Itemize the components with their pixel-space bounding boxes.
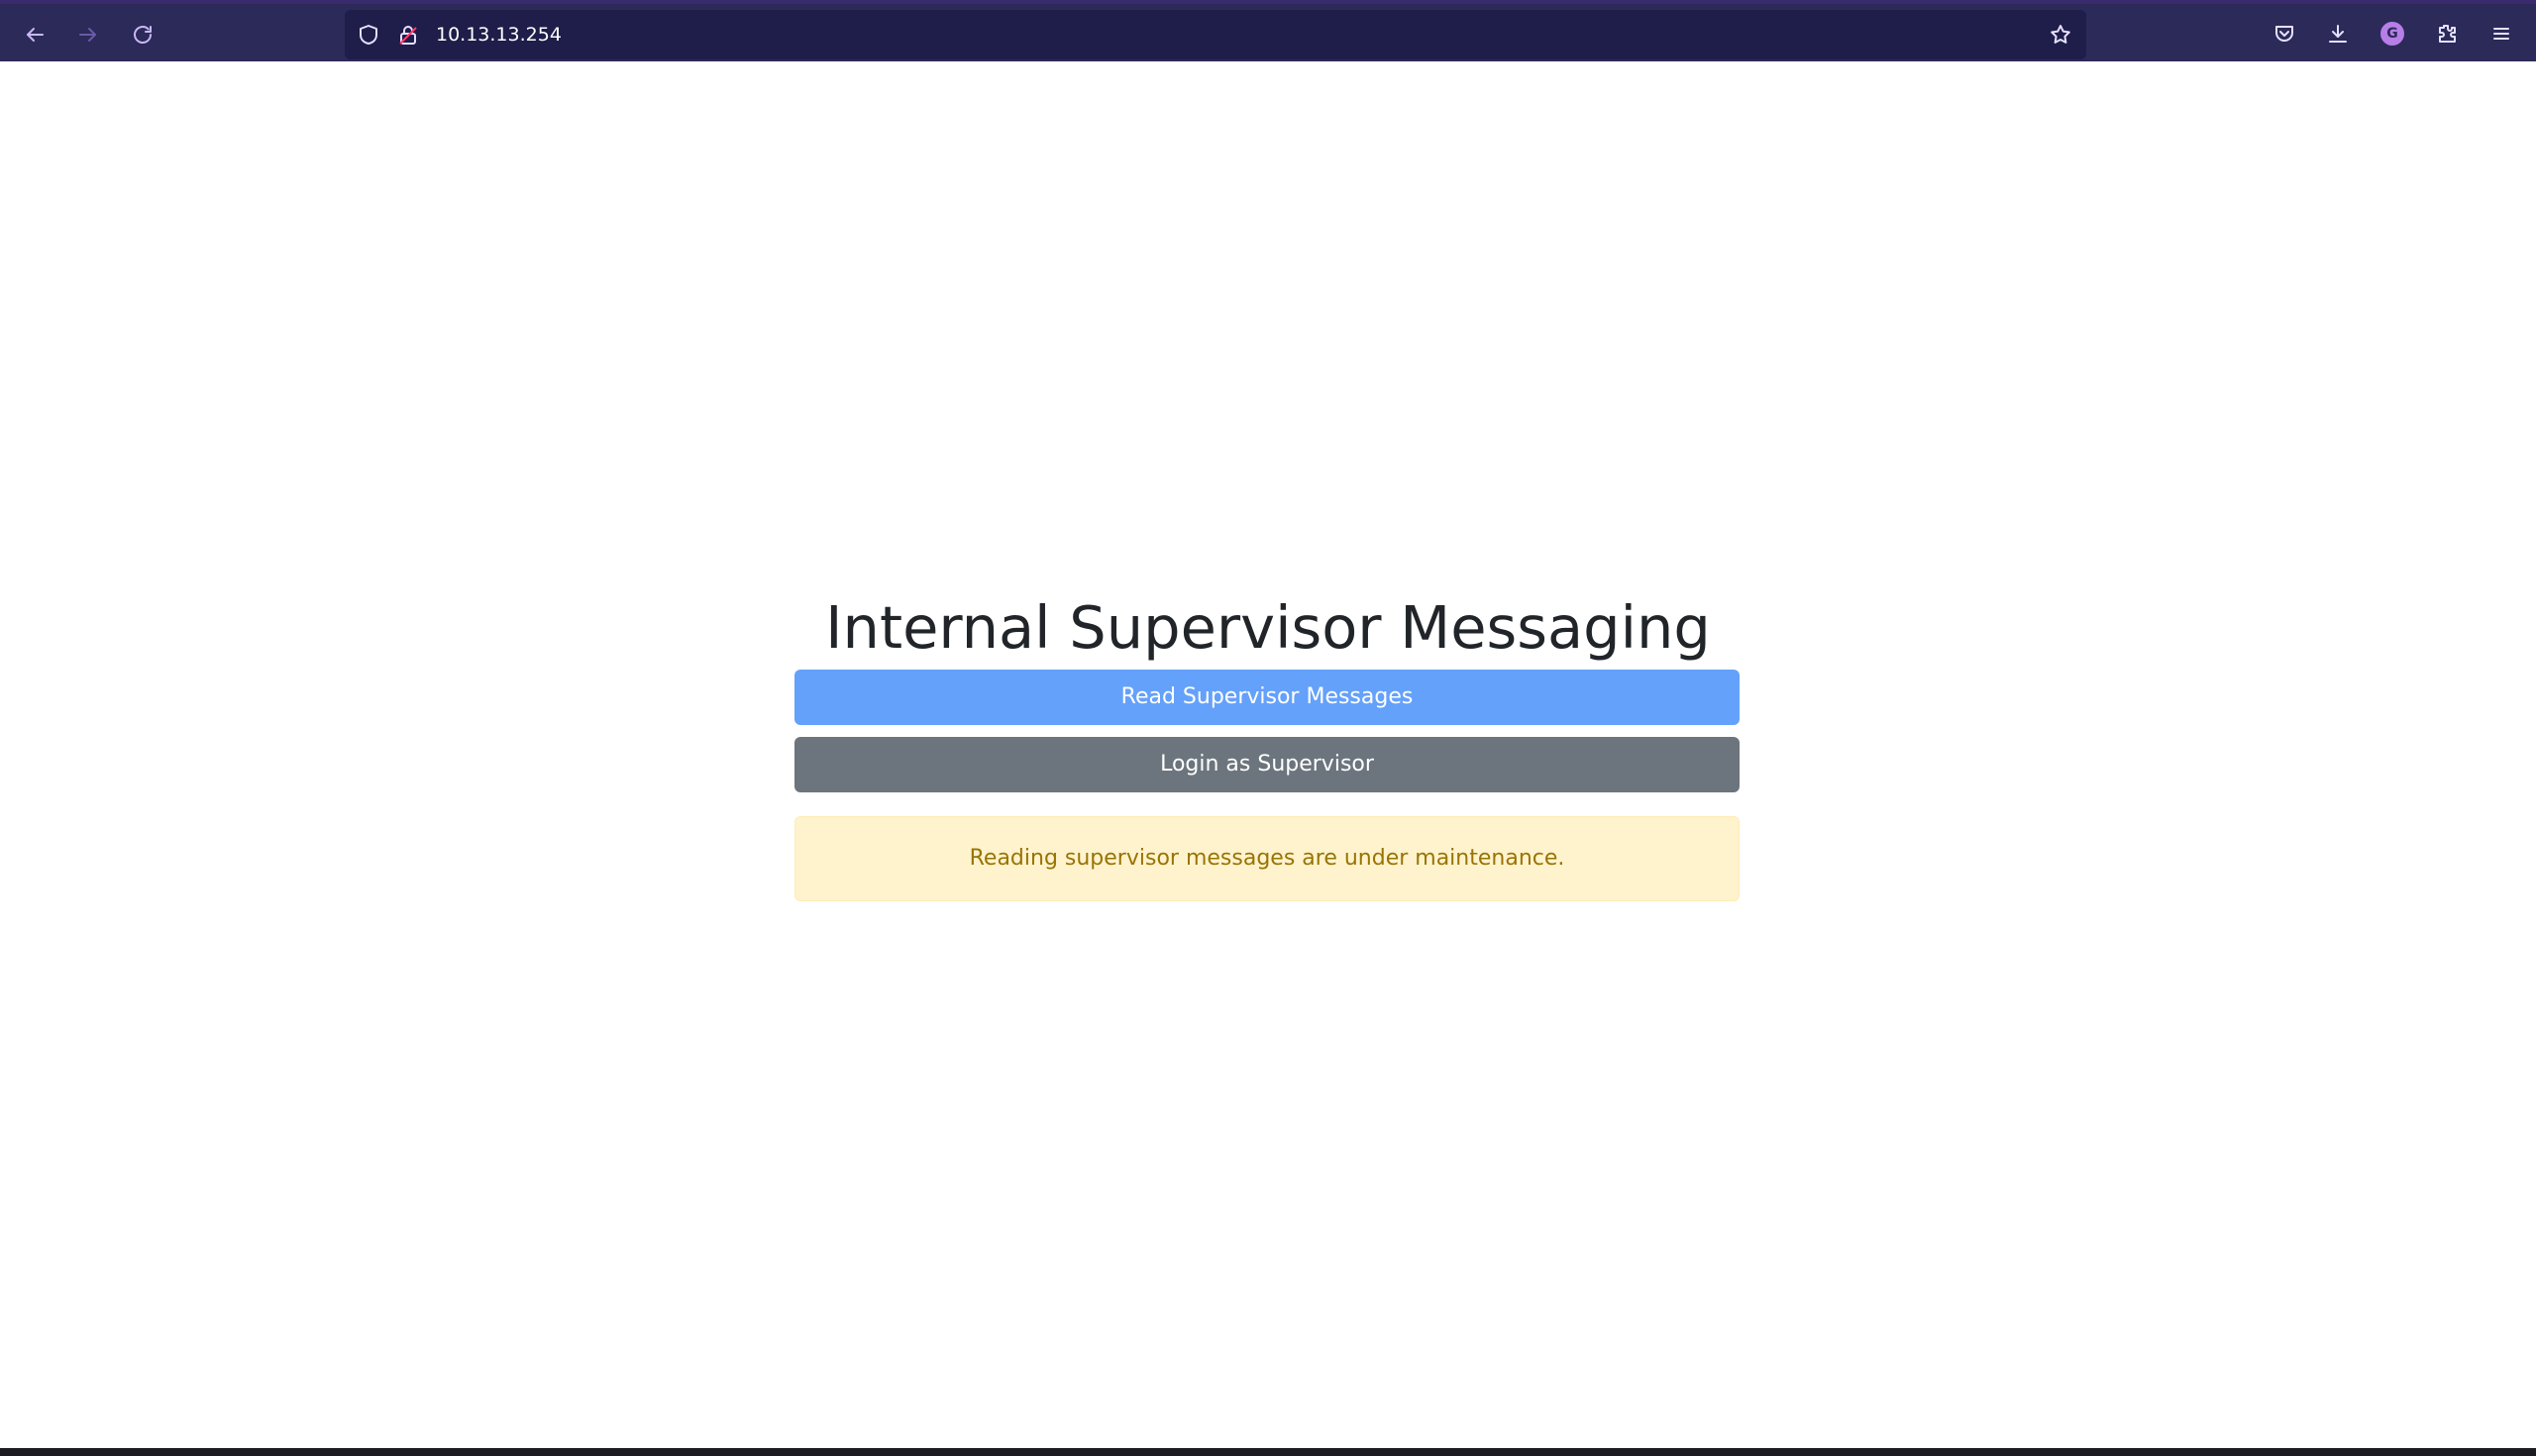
- back-arrow-icon: [27, 28, 44, 42]
- downloads-button[interactable]: [2323, 19, 2353, 49]
- pocket-icon: [2275, 26, 2293, 42]
- url-bar[interactable]: 10.13.13.254: [345, 10, 2086, 59]
- menu-icon: [2493, 28, 2509, 40]
- extensions-button[interactable]: [2432, 19, 2462, 49]
- back-button[interactable]: [18, 18, 52, 52]
- login-supervisor-button[interactable]: Login as Supervisor: [794, 737, 1740, 792]
- page-title: Internal Supervisor Messaging: [825, 593, 1711, 662]
- reload-button[interactable]: [126, 18, 159, 52]
- shield-icon[interactable]: [357, 23, 380, 47]
- lock-icon[interactable]: [396, 23, 420, 47]
- read-messages-button[interactable]: Read Supervisor Messages: [794, 670, 1740, 725]
- maintenance-alert: Reading supervisor messages are under ma…: [794, 816, 1740, 901]
- browser-toolbar: 10.13.13.254 G: [0, 0, 2536, 61]
- extensions-icon: [2439, 25, 2456, 43]
- app-menu-button[interactable]: [2486, 19, 2516, 49]
- bottom-edge: [0, 1448, 2536, 1456]
- bookmark-star-icon[interactable]: [2049, 23, 2072, 47]
- account-avatar: G: [2380, 22, 2404, 46]
- reload-icon: [134, 26, 152, 44]
- pocket-button[interactable]: [2270, 19, 2299, 49]
- download-icon: [2329, 25, 2347, 43]
- forward-arrow-icon: [79, 28, 96, 42]
- url-text[interactable]: 10.13.13.254: [436, 23, 562, 47]
- account-button[interactable]: G: [2378, 19, 2407, 49]
- page-content: Internal Supervisor Messaging Read Super…: [0, 61, 2536, 1448]
- forward-button[interactable]: [71, 18, 105, 52]
